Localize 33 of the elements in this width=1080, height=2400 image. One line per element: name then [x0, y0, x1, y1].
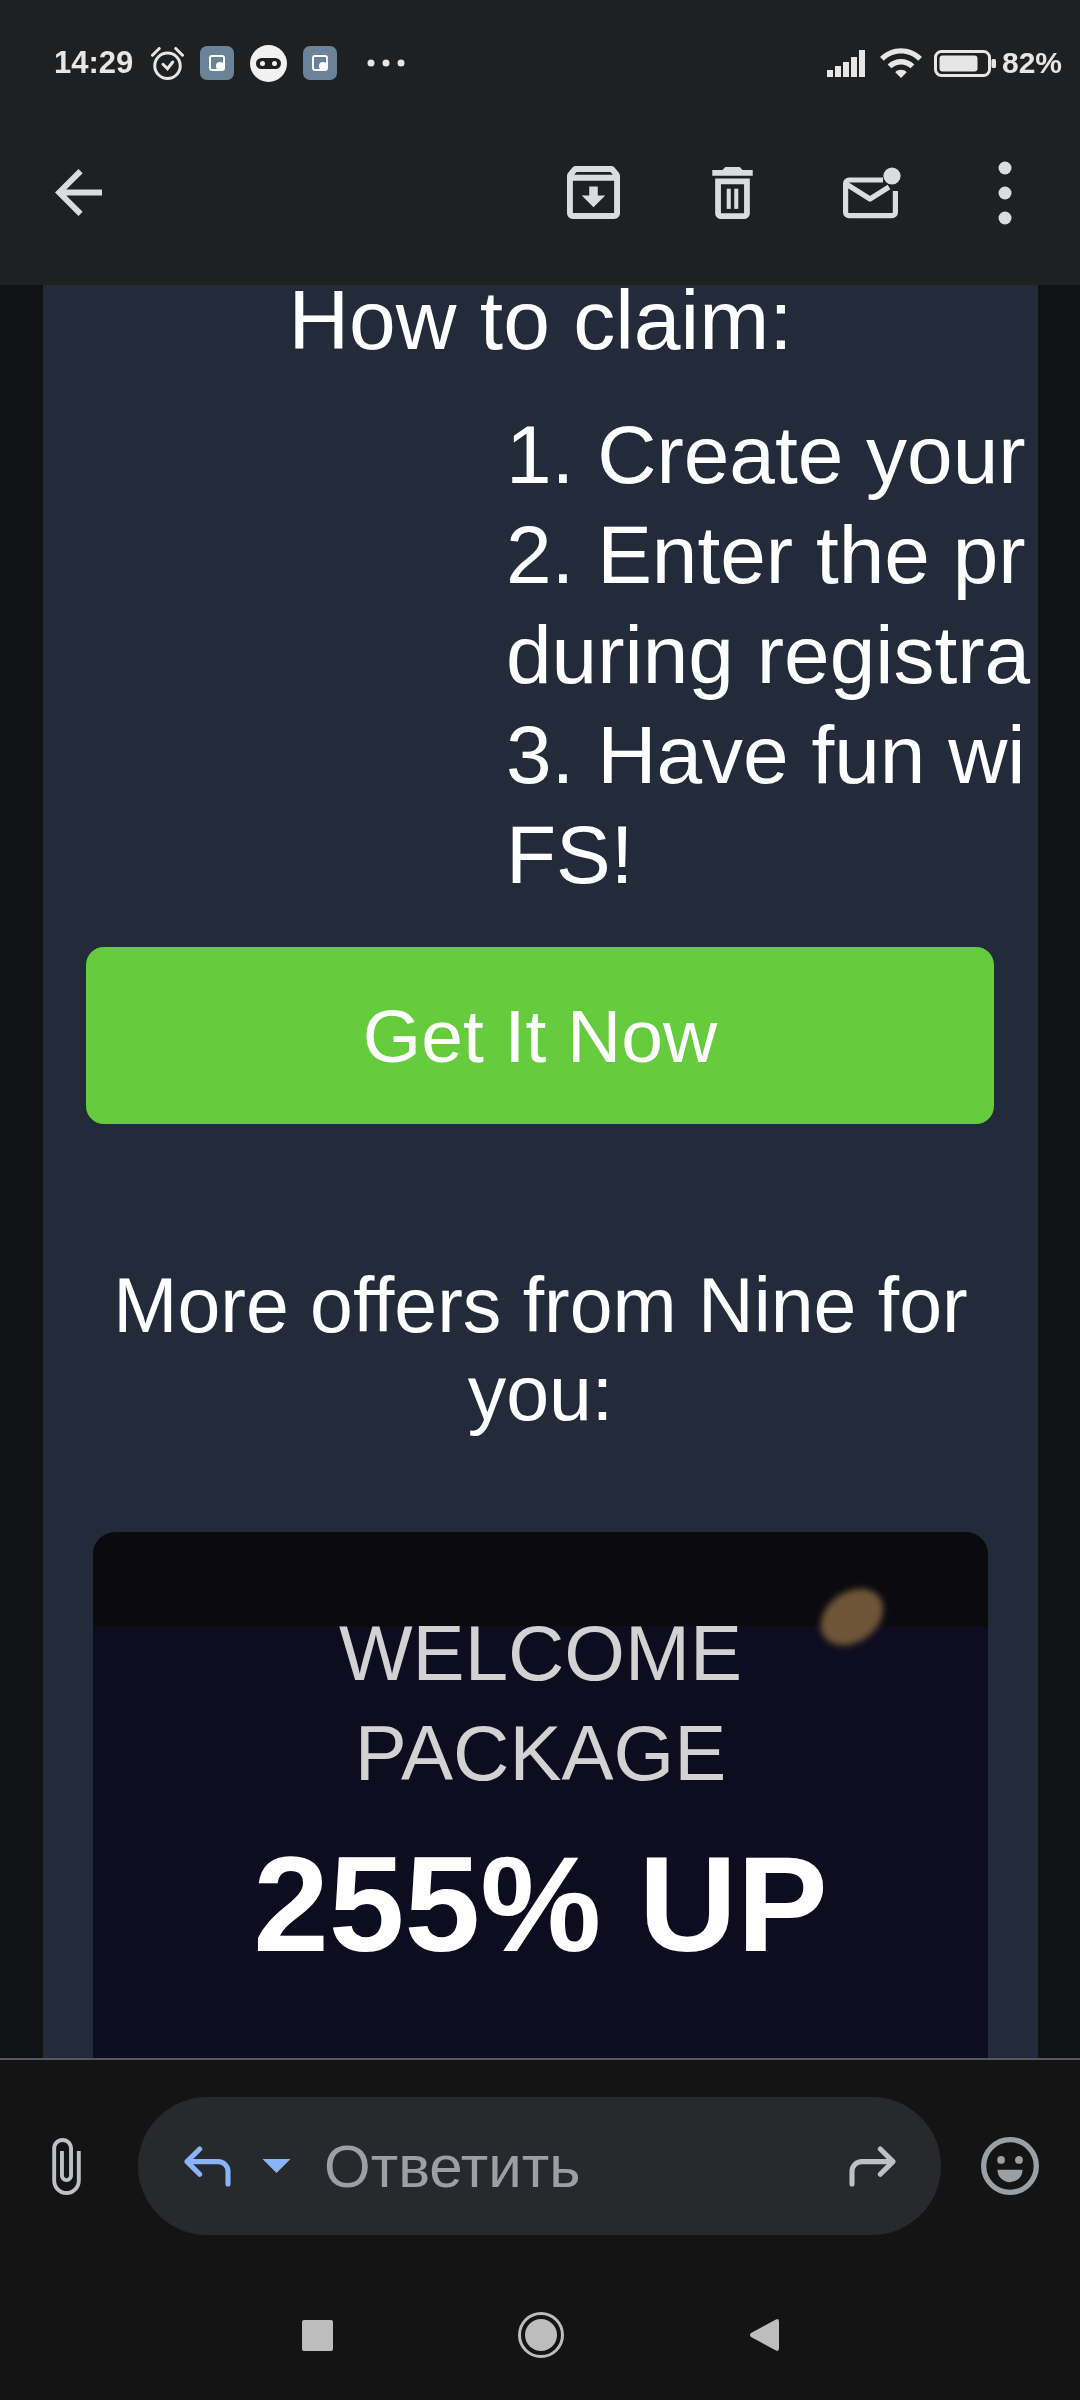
offers-heading: More offers from Nine for you:: [112, 1261, 969, 1437]
trash-icon[interactable]: [710, 166, 755, 219]
step-text: FS!: [506, 808, 634, 902]
step-text: 2. Enter the pr: [506, 508, 1026, 602]
emoji-icon[interactable]: [981, 2137, 1039, 2195]
caret-icon[interactable]: [262, 2159, 291, 2173]
paperclip-icon[interactable]: [52, 2137, 81, 2195]
more-options-icon[interactable]: [998, 160, 1012, 225]
wifi-icon: [879, 48, 922, 78]
envelope-dot-icon[interactable]: [843, 166, 901, 219]
reply-input[interactable]: Ответить: [324, 2126, 846, 2206]
signal-icon: [826, 49, 865, 77]
app-icon: [303, 46, 338, 80]
step-text: 3. Have fun wi: [506, 708, 1026, 802]
step-text: 1. Create your: [506, 408, 1026, 502]
section-heading: How to claim:: [287, 285, 794, 356]
promo-headline: 255% UP: [253, 1829, 828, 1979]
alarm-clock-icon: [151, 46, 185, 80]
archive-icon[interactable]: [567, 166, 620, 219]
back-arrow-icon[interactable]: [55, 169, 102, 216]
status-time: 14:29: [54, 45, 134, 81]
recents-icon[interactable]: [301, 2319, 333, 2351]
back-icon[interactable]: [748, 2318, 779, 2352]
reply-bar[interactable]: Ответить: [138, 2097, 941, 2235]
robot-face-icon: [250, 44, 288, 82]
battery-icon: [933, 49, 996, 77]
step-text: during registra: [506, 608, 1031, 702]
cta-button[interactable]: Get It Now: [86, 947, 994, 1124]
dots-icon: [367, 59, 406, 67]
promo-title: WELCOME PACKAGE: [338, 1608, 743, 1799]
battery-percent: 82%: [1001, 45, 1062, 81]
home-icon[interactable]: [517, 2312, 564, 2358]
app-icon: [200, 46, 235, 80]
